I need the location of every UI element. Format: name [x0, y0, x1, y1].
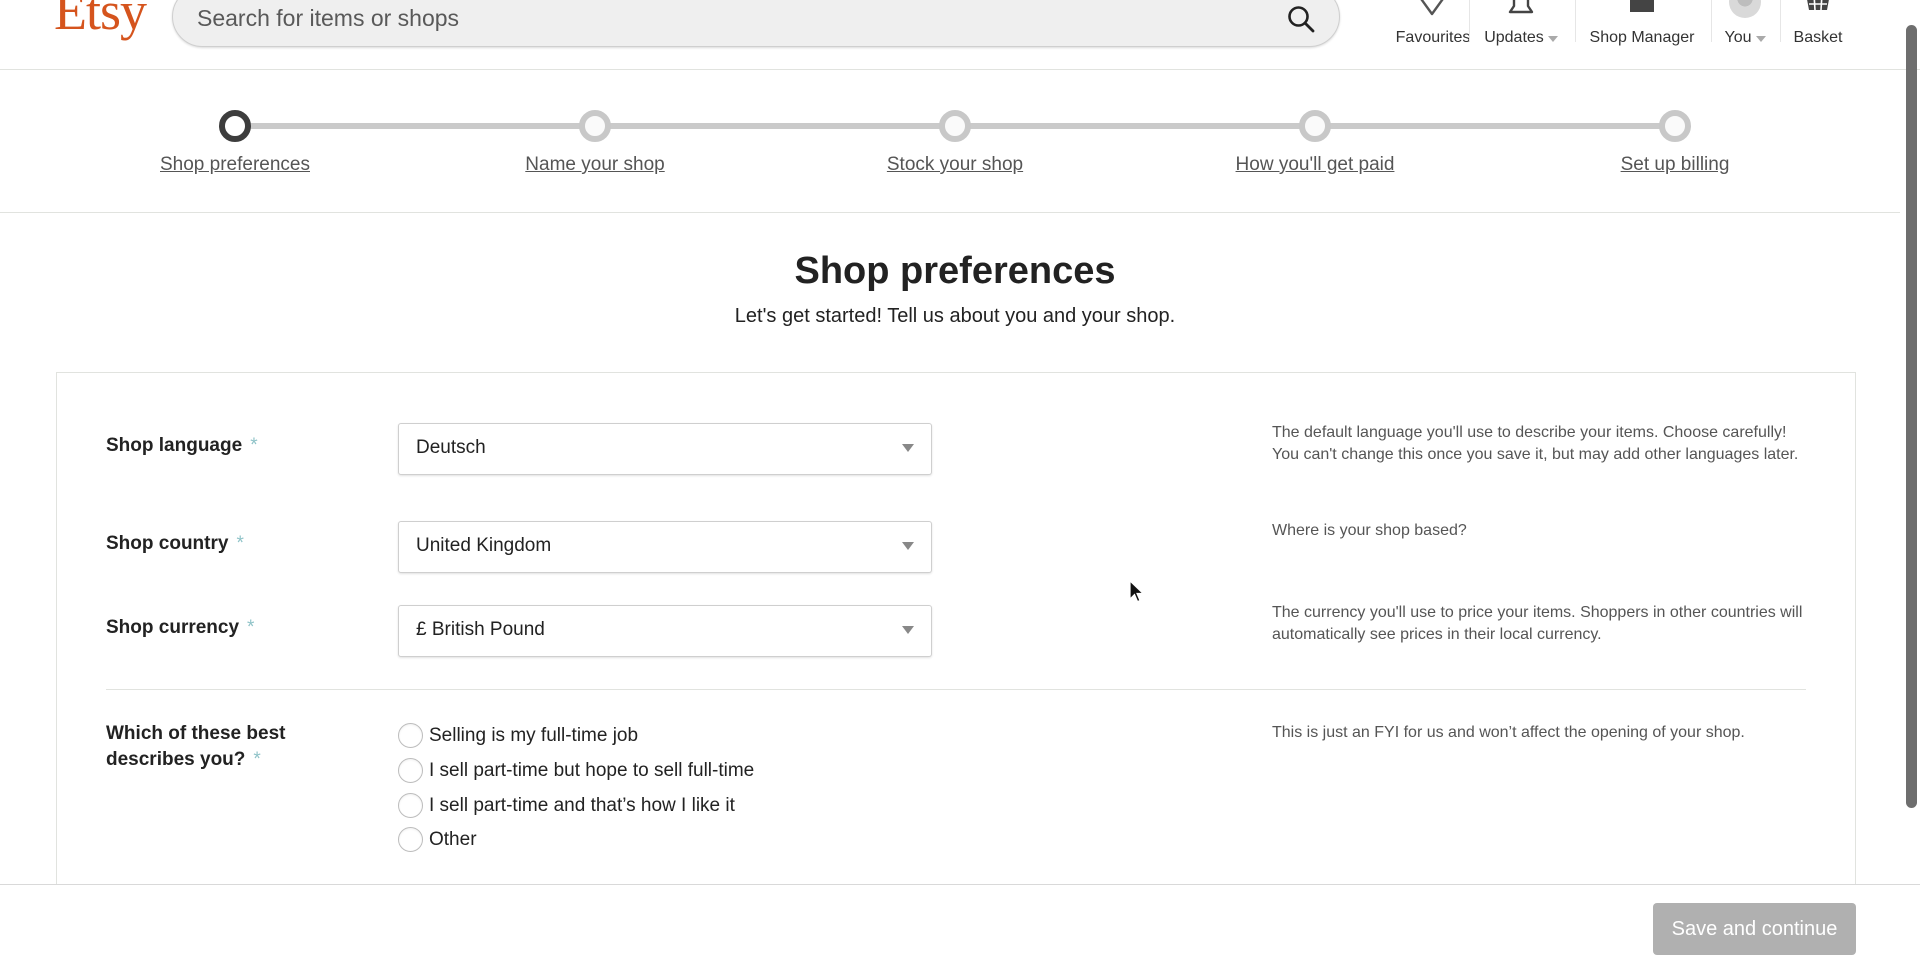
step-node: [1659, 110, 1691, 142]
step-label: How you'll get paid: [1235, 154, 1395, 175]
radio-label: Other: [429, 828, 477, 850]
describes-you-help: This is just an FYI for us and won’t aff…: [1272, 724, 1745, 741]
step-node: [579, 110, 611, 142]
basket-icon: [1807, 0, 1829, 11]
step-label: Name your shop: [525, 154, 665, 175]
selected-value: Deutsch: [416, 437, 486, 458]
bell-icon: [1508, 0, 1534, 14]
page-title: Shop preferences: [794, 250, 1116, 292]
shop-icon: [1630, 0, 1654, 12]
shop-country-help: Where is your shop based?: [1272, 522, 1467, 539]
nav-you[interactable]: You: [1719, 0, 1771, 48]
shop-currency-label: Shop currency *: [106, 615, 254, 641]
step-name-your-shop[interactable]: Name your shop: [445, 110, 745, 176]
mouse-cursor-icon: [1129, 580, 1145, 603]
chevron-down-icon: [1547, 36, 1558, 42]
step-shop-preferences[interactable]: Shop preferences: [85, 110, 385, 176]
step-node: [939, 110, 971, 142]
nav-divider: [1711, 0, 1712, 42]
page-subtitle: Let's get started! Tell us about you and…: [734, 305, 1176, 327]
step-label: Set up billing: [1620, 154, 1730, 175]
radio-option-part-time-like[interactable]: I sell part-time and that’s how I like i…: [398, 793, 735, 818]
radio-label: I sell part-time but hope to sell full-t…: [429, 759, 755, 781]
step-node: [1299, 110, 1331, 142]
search-button[interactable]: [1281, 0, 1321, 39]
shop-language-label: Shop language *: [106, 433, 258, 459]
nav-basket[interactable]: Basket: [1788, 0, 1848, 48]
radio-option-other[interactable]: Other: [398, 827, 477, 852]
nav-divider: [1575, 0, 1576, 42]
heart-icon: [1420, 0, 1444, 16]
dropdown-arrow-icon: [902, 626, 914, 634]
search-bar: [172, 0, 1340, 47]
page-scrollbar[interactable]: [1906, 25, 1917, 808]
radio-label: I sell part-time and that’s how I like i…: [429, 794, 735, 816]
nav-you-label: You: [1724, 29, 1752, 46]
sticky-footer: Save and continue: [0, 884, 1920, 968]
shop-language-select[interactable]: Deutsch: [398, 423, 932, 475]
nav-favourites-label: Favourites: [1395, 29, 1471, 46]
site-header: Etsy Favourites Updates Shop Manager: [0, 0, 1920, 70]
selected-value: £ British Pound: [416, 619, 545, 640]
search-icon: [1288, 6, 1315, 33]
avatar: [1729, 0, 1761, 18]
nav-updates-label: Updates: [1484, 29, 1544, 46]
shop-language-help: The default language you'll use to descr…: [1272, 424, 1799, 463]
shop-country-select[interactable]: United Kingdom: [398, 521, 932, 573]
selected-value: United Kingdom: [416, 535, 552, 556]
step-node-active: [219, 110, 251, 142]
step-stock-your-shop[interactable]: Stock your shop: [805, 110, 1105, 176]
nav-updates[interactable]: Updates: [1479, 0, 1563, 48]
etsy-logo[interactable]: Etsy: [54, 0, 147, 42]
radio-option-full-time[interactable]: Selling is my full-time job: [398, 723, 638, 748]
required-marker: *: [247, 617, 255, 638]
radio-option-part-time-hope[interactable]: I sell part-time but hope to sell full-t…: [398, 758, 754, 783]
dropdown-arrow-icon: [902, 542, 914, 550]
shop-preferences-form: Shop language * Deutsch The default langu…: [56, 372, 1856, 912]
nav-divider: [1469, 0, 1470, 42]
step-set-up-billing[interactable]: Set up billing: [1525, 110, 1825, 176]
field-label-text: Shop language: [106, 435, 243, 456]
nav-basket-label: Basket: [1793, 29, 1843, 46]
radio-button[interactable]: [398, 793, 423, 818]
nav-shop-manager[interactable]: Shop Manager: [1585, 0, 1699, 48]
describes-you-label: Which of these best describes you? *: [106, 721, 336, 773]
nav-shop-manager-label: Shop Manager: [1589, 29, 1695, 46]
radio-button[interactable]: [398, 723, 423, 748]
step-how-youll-get-paid[interactable]: How you'll get paid: [1165, 110, 1465, 176]
save-and-continue-button[interactable]: Save and continue: [1653, 903, 1856, 955]
step-label: Stock your shop: [886, 154, 1024, 175]
required-marker: *: [253, 749, 261, 770]
nav-favourites[interactable]: Favourites: [1375, 0, 1491, 48]
dropdown-arrow-icon: [902, 444, 914, 452]
shop-currency-help: The currency you'll use to price your it…: [1272, 604, 1803, 643]
radio-button[interactable]: [398, 827, 423, 852]
chevron-down-icon: [1755, 36, 1766, 42]
field-label-text: Shop country: [106, 533, 229, 554]
field-label-text: Shop currency: [106, 617, 240, 638]
search-input[interactable]: [197, 1, 1237, 35]
progress-stepper: Shop preferences Name your shop Stock yo…: [0, 71, 1900, 213]
radio-button[interactable]: [398, 758, 423, 783]
shop-currency-select[interactable]: £ British Pound: [398, 605, 932, 657]
section-divider: [106, 689, 1806, 690]
radio-label: Selling is my full-time job: [429, 724, 639, 746]
required-marker: *: [250, 435, 258, 456]
required-marker: *: [236, 533, 244, 554]
shop-country-label: Shop country *: [106, 531, 244, 557]
nav-divider: [1780, 0, 1781, 42]
step-label: Shop preferences: [160, 154, 310, 175]
